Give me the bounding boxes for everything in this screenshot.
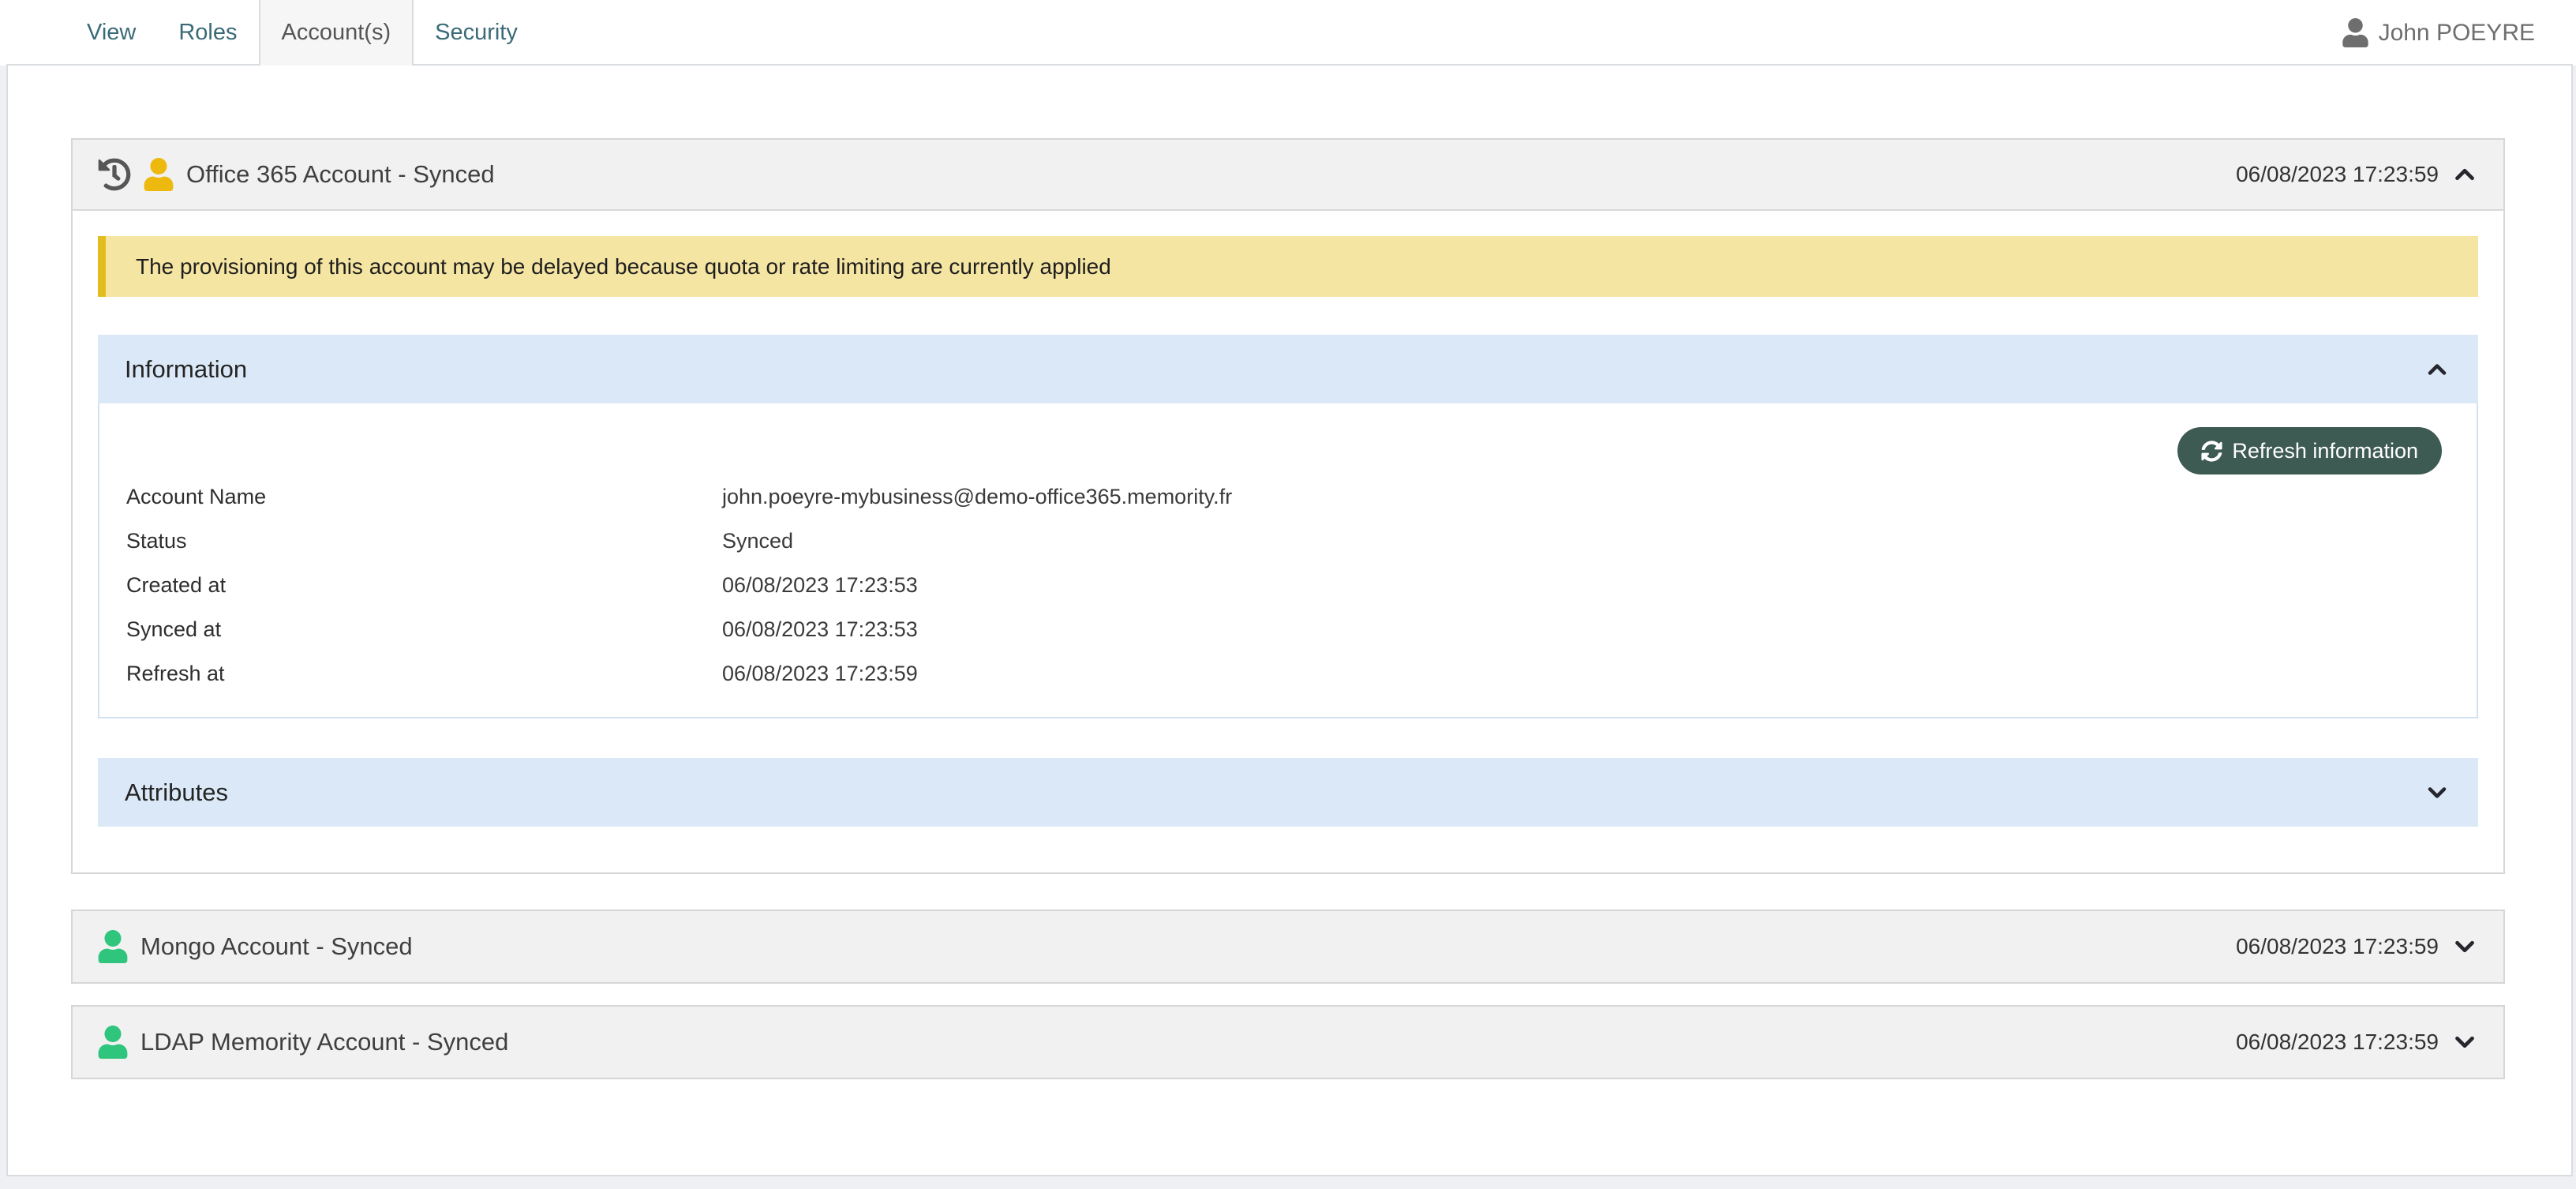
mongo-timestamp: 06/08/2023 17:23:59 xyxy=(2236,934,2439,959)
info-row-account-name: Account Name john.poeyre-mybusiness@demo… xyxy=(126,474,2442,519)
information-section-title: Information xyxy=(125,355,247,384)
tab-security[interactable]: Security xyxy=(414,0,539,66)
attributes-section-header[interactable]: Attributes xyxy=(98,758,2478,827)
mongo-account-card: Mongo Account - Synced 06/08/2023 17:23:… xyxy=(71,910,2505,984)
ldap-card-header[interactable]: LDAP Memority Account - Synced 06/08/202… xyxy=(73,1007,2503,1078)
provisioning-warning-banner: The provisioning of this account may be … xyxy=(98,236,2478,297)
info-label: Refresh at xyxy=(126,662,722,686)
mongo-card-header[interactable]: Mongo Account - Synced 06/08/2023 17:23:… xyxy=(73,911,2503,982)
tab-list: View Roles Account(s) Security xyxy=(66,0,539,66)
info-row-refresh-at: Refresh at 06/08/2023 17:23:59 xyxy=(126,651,2442,696)
office365-card-body: The provisioning of this account may be … xyxy=(73,211,2503,872)
refresh-icon xyxy=(2201,441,2222,462)
tab-accounts[interactable]: Account(s) xyxy=(259,0,414,66)
mongo-card-title: Mongo Account - Synced xyxy=(140,932,413,961)
provisioning-warning-text: The provisioning of this account may be … xyxy=(136,254,1111,279)
info-label: Created at xyxy=(126,573,722,598)
info-value: 06/08/2023 17:23:53 xyxy=(722,617,2442,642)
office365-timestamp: 06/08/2023 17:23:59 xyxy=(2236,162,2439,187)
user-icon xyxy=(2342,18,2368,47)
info-value: Synced xyxy=(722,529,2442,553)
info-value: 06/08/2023 17:23:59 xyxy=(722,662,2442,686)
top-tab-bar: View Roles Account(s) Security John POEY… xyxy=(0,0,2576,66)
refresh-information-button[interactable]: Refresh information xyxy=(2177,427,2442,474)
info-row-created-at: Created at 06/08/2023 17:23:53 xyxy=(126,563,2442,607)
user-icon-gold xyxy=(144,158,174,191)
info-label: Synced at xyxy=(126,617,722,642)
info-value: john.poeyre-mybusiness@demo-office365.me… xyxy=(722,485,2442,509)
user-icon-green xyxy=(98,930,128,963)
history-icon[interactable] xyxy=(98,158,131,191)
chevron-down-icon[interactable] xyxy=(2450,932,2480,962)
refresh-information-label: Refresh information xyxy=(2232,439,2418,463)
info-row-synced-at: Synced at 06/08/2023 17:23:53 xyxy=(126,607,2442,651)
chevron-down-icon[interactable] xyxy=(2423,778,2451,807)
info-label: Account Name xyxy=(126,485,722,509)
current-user[interactable]: John POEYRE xyxy=(2342,0,2535,66)
attributes-section-title: Attributes xyxy=(125,778,228,807)
information-section-header[interactable]: Information xyxy=(98,335,2478,403)
chevron-down-icon[interactable] xyxy=(2450,1027,2480,1057)
user-icon-green xyxy=(98,1026,128,1059)
office365-card-header[interactable]: Office 365 Account - Synced 06/08/2023 1… xyxy=(73,140,2503,211)
current-user-name: John POEYRE xyxy=(2379,20,2535,47)
chevron-up-icon[interactable] xyxy=(2450,159,2480,189)
info-row-status: Status Synced xyxy=(126,519,2442,563)
account-info-list: Account Name john.poeyre-mybusiness@demo… xyxy=(126,474,2442,696)
info-label: Status xyxy=(126,529,722,553)
office365-account-card: Office 365 Account - Synced 06/08/2023 1… xyxy=(71,138,2505,874)
tab-view[interactable]: View xyxy=(66,0,157,66)
ldap-account-card: LDAP Memority Account - Synced 06/08/202… xyxy=(71,1005,2505,1079)
accounts-panel: Office 365 Account - Synced 06/08/2023 1… xyxy=(6,66,2573,1176)
information-section-body: Refresh information Account Name john.po… xyxy=(98,403,2478,718)
tab-roles[interactable]: Roles xyxy=(157,0,258,66)
info-value: 06/08/2023 17:23:53 xyxy=(722,573,2442,598)
chevron-up-icon[interactable] xyxy=(2423,355,2451,384)
office365-card-title: Office 365 Account - Synced xyxy=(186,160,495,189)
ldap-timestamp: 06/08/2023 17:23:59 xyxy=(2236,1030,2439,1055)
ldap-card-title: LDAP Memority Account - Synced xyxy=(140,1028,508,1056)
